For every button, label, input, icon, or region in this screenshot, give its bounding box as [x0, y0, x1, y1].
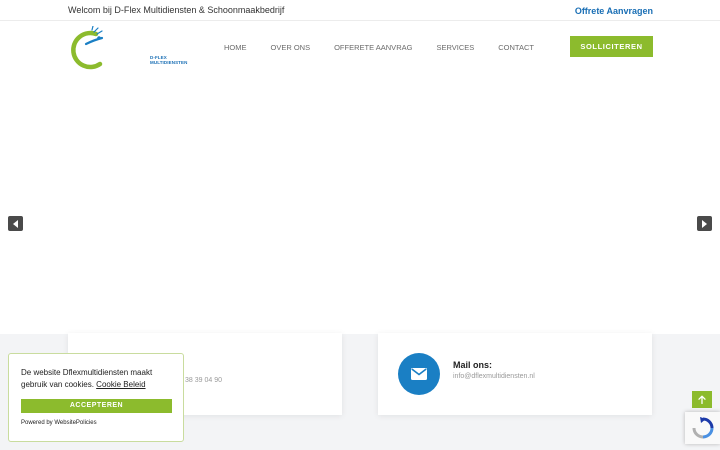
top-bar: Welcom bij D-Flex Multidiensten & Schoon…: [0, 0, 720, 21]
hero-slider: [0, 72, 720, 334]
mail-value[interactable]: info@dflexmultidiensten.nl: [453, 373, 535, 380]
logo-icon: [71, 25, 104, 70]
caret-right-icon: [702, 219, 707, 228]
nav-contact[interactable]: CONTACT: [498, 43, 534, 52]
nav-quote[interactable]: OFFERETE AANVRAG: [334, 43, 412, 52]
site-logo[interactable]: D-FLEX MULTIDIENSTEN: [66, 25, 187, 72]
arrow-up-icon: [698, 395, 706, 404]
cookie-policy-link[interactable]: Cookie Beleid: [96, 380, 145, 389]
apply-button[interactable]: SOLLICITEREN: [570, 36, 653, 57]
welcome-text: Welcom bij D-Flex Multidiensten & Schoon…: [68, 5, 285, 15]
logo-text: D-FLEX MULTIDIENSTEN: [150, 55, 188, 65]
slider-next-button[interactable]: [697, 216, 712, 231]
powered-by-text[interactable]: Powered by WebsitePolicies: [21, 420, 97, 426]
back-to-top-button[interactable]: [692, 391, 712, 408]
main-nav: HOME OVER ONS OFFERETE AANVRAG SERVICES …: [224, 43, 558, 52]
request-quote-link[interactable]: Offrete Aanvragen: [575, 6, 653, 16]
nav-services[interactable]: SERVICES: [436, 43, 474, 52]
nav-about[interactable]: OVER ONS: [271, 43, 311, 52]
mail-title: Mail ons:: [453, 360, 493, 370]
nav-home[interactable]: HOME: [224, 43, 247, 52]
recaptcha-badge[interactable]: [685, 412, 720, 444]
site-header: D-FLEX MULTIDIENSTEN HOME OVER ONS OFFER…: [0, 22, 720, 72]
recaptcha-icon: [692, 417, 713, 439]
mail-icon-circle: [398, 353, 440, 395]
cookie-banner: De website Dflexmultidiensten maakt gebr…: [8, 353, 184, 442]
caret-left-icon: [13, 219, 18, 228]
accept-cookies-button[interactable]: ACCEPTEREN: [21, 399, 172, 413]
phone-value[interactable]: 38 39 04 90: [185, 377, 222, 384]
envelope-icon: [411, 368, 427, 380]
cookie-message: De website Dflexmultidiensten maakt gebr…: [21, 367, 171, 391]
slider-prev-button[interactable]: [8, 216, 23, 231]
mail-card: Mail ons: info@dflexmultidiensten.nl: [378, 333, 652, 415]
